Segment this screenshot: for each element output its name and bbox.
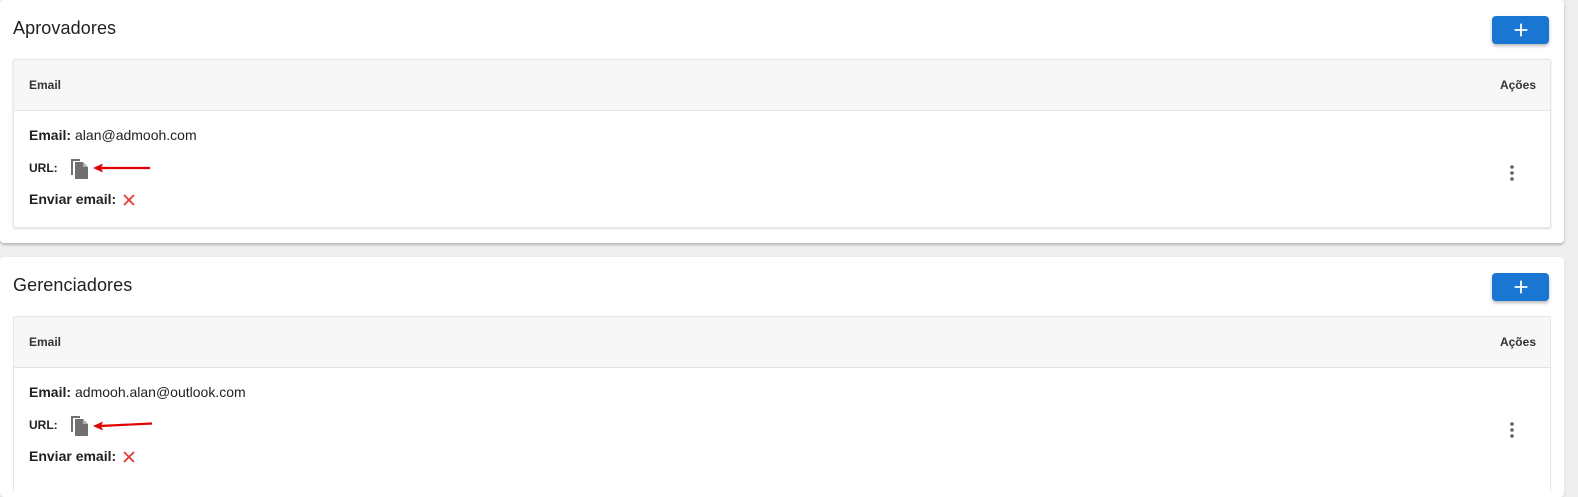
url-label: URL: xyxy=(29,161,58,175)
close-icon xyxy=(122,450,136,464)
annotation-arrow-icon xyxy=(92,162,152,174)
aprovadores-table: Email Ações Email: alan@admooh.com URL: xyxy=(13,59,1551,228)
aprovadores-card: Aprovadores Email Ações Email: alan@admo… xyxy=(0,0,1564,243)
email-value: admooh.alan@outlook.com xyxy=(75,384,246,400)
plus-icon xyxy=(1514,23,1527,37)
table-row: Email: admooh.alan@outlook.com URL: Envi… xyxy=(14,368,1550,483)
column-header-email: Email xyxy=(29,78,62,92)
annotation-arrow-icon xyxy=(92,419,152,431)
table-header: Email Ações xyxy=(14,317,1550,368)
add-gerenciador-button[interactable] xyxy=(1492,273,1549,301)
copy-url-icon[interactable] xyxy=(68,156,90,180)
send-email-field: Enviar email: xyxy=(29,191,136,207)
plus-icon xyxy=(1514,280,1527,294)
more-vertical-icon xyxy=(1510,165,1514,181)
close-icon xyxy=(122,193,136,207)
column-header-actions: Ações xyxy=(1499,78,1536,92)
email-label: Email: xyxy=(29,384,72,400)
add-aprovador-button[interactable] xyxy=(1492,16,1549,44)
email-value: alan@admooh.com xyxy=(75,127,197,143)
more-vertical-icon xyxy=(1510,422,1514,438)
table-row: Email: alan@admooh.com URL: Enviar email… xyxy=(14,111,1550,226)
column-header-email: Email xyxy=(29,335,62,349)
gerenciadores-table: Email Ações Email: admooh.alan@outlook.c… xyxy=(13,316,1551,492)
gerenciadores-card: Gerenciadores Email Ações Email: admooh.… xyxy=(0,257,1564,497)
email-field: Email: alan@admooh.com xyxy=(29,127,197,143)
more-actions-button[interactable] xyxy=(1500,161,1524,185)
url-field: URL: xyxy=(29,156,152,180)
send-email-field: Enviar email: xyxy=(29,448,136,464)
url-field: URL: xyxy=(29,413,152,437)
section-title: Gerenciadores xyxy=(13,275,133,295)
send-email-label: Enviar email: xyxy=(29,191,117,207)
more-actions-button[interactable] xyxy=(1500,418,1524,442)
copy-url-icon[interactable] xyxy=(68,413,90,437)
email-field: Email: admooh.alan@outlook.com xyxy=(29,384,246,400)
send-email-label: Enviar email: xyxy=(29,448,117,464)
email-label: Email: xyxy=(29,127,72,143)
column-header-actions: Ações xyxy=(1499,335,1536,349)
table-header: Email Ações xyxy=(14,60,1550,111)
section-title: Aprovadores xyxy=(13,18,117,38)
url-label: URL: xyxy=(29,418,58,432)
